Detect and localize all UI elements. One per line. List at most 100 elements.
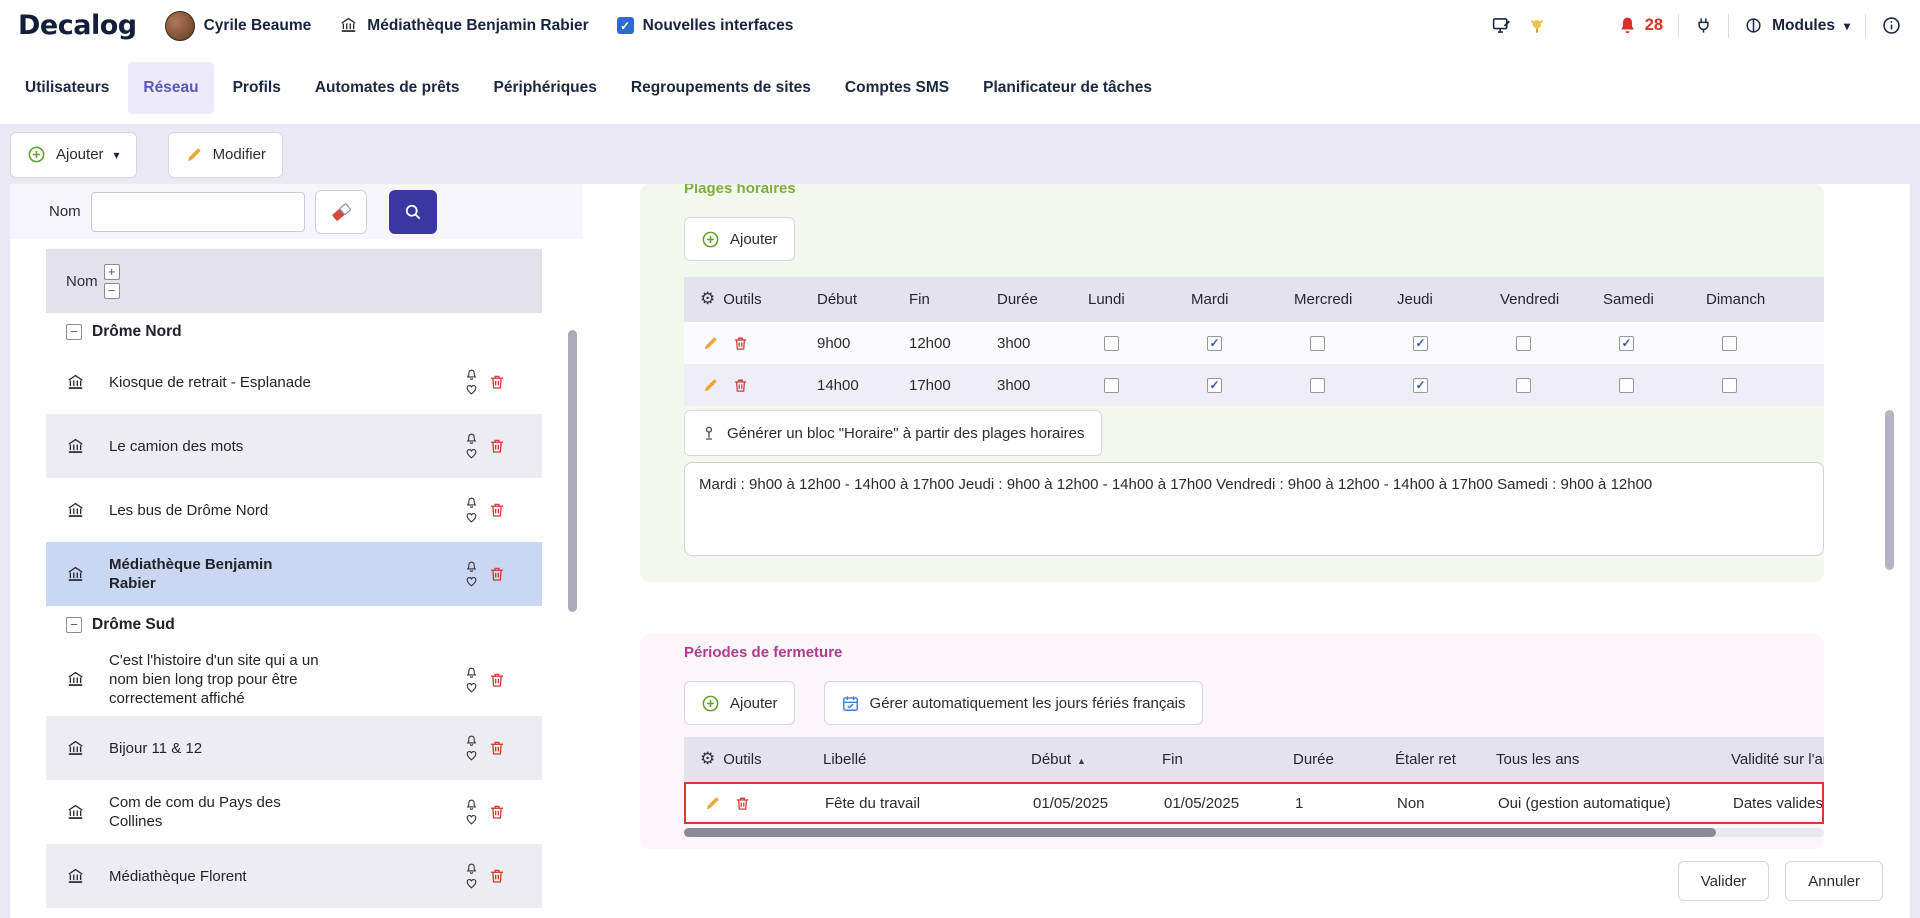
manage-holidays-button[interactable]: Gérer automatiquement les jours fériés f… [824,681,1203,725]
tab-regroupements[interactable]: Regroupements de sites [616,62,826,114]
bell-icon[interactable] [465,734,478,747]
cancel-button[interactable]: Annuler [1785,861,1883,901]
trash-icon[interactable] [734,795,751,812]
site-item-long-nom[interactable]: C'est l'histoire d'un site qui a un nom … [46,643,542,716]
sites-scrollbar[interactable] [568,330,577,612]
trash-icon[interactable] [488,671,506,689]
pencil-icon[interactable] [704,795,721,812]
trash-icon[interactable] [488,501,506,519]
tab-peripheriques[interactable]: Périphériques [479,62,612,114]
bell-icon[interactable] [465,432,478,445]
day-checkbox-vendredi[interactable] [1516,336,1531,351]
library-building-icon [66,739,85,758]
day-checkbox-samedi[interactable] [1619,336,1634,351]
bell-icon[interactable] [465,496,478,509]
notifications-bell-icon[interactable] [1617,15,1638,36]
bell-icon[interactable] [465,862,478,875]
column-header-nom: Nom [66,273,98,290]
bell-icon[interactable] [465,666,478,679]
tab-utilisateurs[interactable]: Utilisateurs [10,62,124,114]
day-checkbox-dimanche[interactable] [1722,336,1737,351]
collapse-group-icon[interactable]: − [66,617,82,633]
trash-icon[interactable] [488,437,506,455]
day-checkbox-mardi[interactable] [1207,378,1222,393]
day-checkbox-mercredi[interactable] [1310,378,1325,393]
modules-menu[interactable]: Modules ▾ [1744,16,1850,35]
beacon-icon[interactable] [1527,16,1547,36]
heart-icon[interactable] [465,447,478,460]
day-checkbox-mardi[interactable] [1207,336,1222,351]
bell-icon[interactable] [465,560,478,573]
trash-icon[interactable] [488,803,506,821]
group-drome-nord[interactable]: − Drôme Nord [46,313,542,350]
new-interfaces-checkbox[interactable]: ✓ [617,17,634,34]
user-menu[interactable]: Cyrile Beaume [165,11,312,41]
pencil-icon[interactable] [702,377,719,394]
site-selector[interactable]: Médiathèque Benjamin Rabier [339,16,588,35]
name-filter-input[interactable] [91,192,305,232]
clear-filter-button[interactable] [315,190,367,234]
collapse-all-button[interactable]: − [104,283,120,299]
day-checkbox-lundi[interactable] [1104,378,1119,393]
plug-icon[interactable] [1694,16,1713,35]
heart-icon[interactable] [465,511,478,524]
trash-icon[interactable] [732,335,749,352]
heart-icon[interactable] [465,681,478,694]
day-checkbox-jeudi[interactable] [1413,378,1428,393]
generate-schedule-block-button[interactable]: Générer un bloc "Horaire" à partir des p… [684,410,1102,456]
day-checkbox-samedi[interactable] [1619,378,1634,393]
info-icon[interactable] [1881,15,1902,36]
tab-reseau[interactable]: Réseau [128,62,213,114]
closure-row[interactable]: Fête du travail 01/05/2025 01/05/2025 1 … [686,784,1822,822]
heart-icon[interactable] [465,749,478,762]
trash-icon[interactable] [488,867,506,885]
workstation-icon[interactable] [1491,15,1512,36]
collapse-group-icon[interactable]: − [66,324,82,340]
add-button[interactable]: Ajouter ▾ [10,132,137,178]
new-interfaces-toggle[interactable]: ✓ Nouvelles interfaces [617,17,794,35]
add-schedule-button[interactable]: Ajouter [684,217,795,261]
site-item-bijour[interactable]: Bijour 11 & 12 [46,716,542,780]
group-drome-sud[interactable]: − Drôme Sud [46,606,542,643]
day-checkbox-mercredi[interactable] [1310,336,1325,351]
site-item-kiosque[interactable]: Kiosque de retrait - Esplanade [46,350,542,414]
col-debut-sortable[interactable]: Début▲ [1017,751,1148,768]
app-logo[interactable]: Decalog [18,10,137,41]
search-button[interactable] [389,190,437,234]
site-item-com-de-com[interactable]: Com de com du Pays des Collines [46,780,542,844]
site-item-benjamin-rabier[interactable]: Médiathèque Benjamin Rabier [46,542,542,606]
site-item-florent[interactable]: Médiathèque Florent [46,844,542,908]
site-item-camion[interactable]: Le camion des mots [46,414,542,478]
day-checkbox-dimanche[interactable] [1722,378,1737,393]
bell-icon[interactable] [465,368,478,381]
modify-button[interactable]: Modifier [168,132,283,178]
day-checkbox-vendredi[interactable] [1516,378,1531,393]
content: Nom Nom + − − Drôme Nord [0,184,1920,918]
closures-hscroll-thumb[interactable] [684,828,1716,837]
pencil-icon[interactable] [702,335,719,352]
trash-icon[interactable] [732,377,749,394]
day-checkbox-lundi[interactable] [1104,336,1119,351]
bell-icon[interactable] [465,798,478,811]
heart-icon[interactable] [465,575,478,588]
tab-automates[interactable]: Automates de prêts [300,62,475,114]
heart-icon[interactable] [465,813,478,826]
main-nav: Utilisateurs Réseau Profils Automates de… [0,51,1920,125]
trash-icon[interactable] [488,373,506,391]
closures-hscroll-track [684,828,1824,837]
tab-planificateur[interactable]: Planificateur de tâches [968,62,1167,114]
schedule-summary-textarea[interactable]: Mardi : 9h00 à 12h00 - 14h00 à 17h00 Jeu… [684,462,1824,556]
heart-icon[interactable] [465,877,478,890]
day-checkbox-jeudi[interactable] [1413,336,1428,351]
detail-scrollbar[interactable] [1885,410,1894,570]
trash-icon[interactable] [488,739,506,757]
expand-all-button[interactable]: + [104,264,120,280]
trash-icon[interactable] [488,565,506,583]
heart-icon[interactable] [465,383,478,396]
validate-button[interactable]: Valider [1678,861,1770,901]
add-closure-button[interactable]: Ajouter [684,681,795,725]
notification-count[interactable]: 28 [1645,16,1663,35]
site-item-bus[interactable]: Les bus de Drôme Nord [46,478,542,542]
tab-comptes-sms[interactable]: Comptes SMS [830,62,964,114]
tab-profils[interactable]: Profils [218,62,296,114]
